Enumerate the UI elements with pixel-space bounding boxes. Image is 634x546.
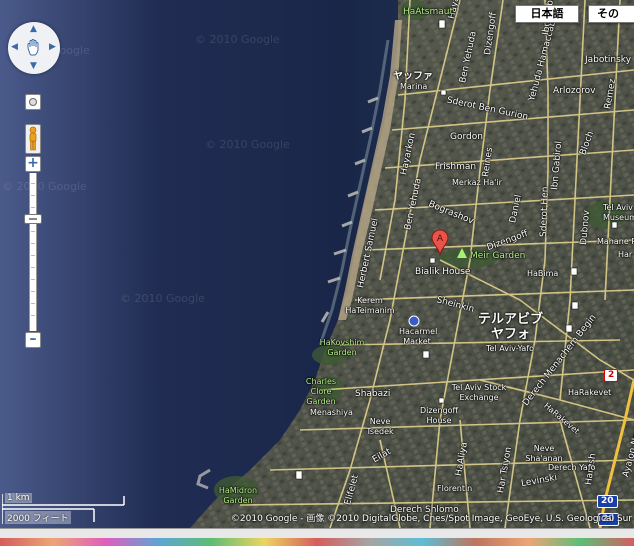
place-label: HaAtsmaut [403,7,454,17]
place-label: Merkaz Ha'ir [452,178,502,187]
zoom-in-button[interactable]: + [25,156,41,172]
satellite-map[interactable]: © 2010 Google © 2010 Google © 2010 Googl… [0,0,634,528]
place-label: Marina [400,82,428,91]
pan-down-icon[interactable]: ▼ [30,62,37,71]
street-view-pegman[interactable] [25,124,41,154]
place-label: Har [618,250,633,259]
bottom-strip [0,528,634,546]
reset-view-button[interactable] [25,94,41,110]
street-label: Sderot Hen [539,186,551,238]
zoom-out-button[interactable]: – [25,332,41,348]
park-label: HaMidron Garden [218,486,258,505]
city-label: テルアビブ ヤフォ [478,312,544,342]
route-shield: 20 [597,495,618,508]
place-label: Mahane Rabin [597,237,634,246]
place-label: Tel Aviv Stock Exchange [451,383,507,402]
place-label: Bialik House [415,267,471,277]
location-marker-a[interactable]: A [431,229,449,257]
scale-bar: 1 km 2000 フィート [2,492,126,526]
place-label: HaBima [527,269,559,278]
street-label: Gordon [450,132,483,142]
place-label: Menashiya [310,408,353,417]
street-label: Derech Yafo [548,463,596,472]
city-label-latin: Tel Aviv-Yafo [486,344,535,353]
district-label: ヤッファ [393,71,433,82]
scale-km: 1 km [5,493,32,503]
route-shield: 2 [604,369,619,382]
street-label: Jabotinsky [585,55,632,65]
place-label: Neve Tsedek [366,417,394,436]
pan-control[interactable]: ▲ ▼ ◀ ▶ [8,22,60,74]
pan-left-icon[interactable]: ◀ [11,43,18,52]
street-label: Frishman [435,162,477,172]
place-label: Florentin [437,484,473,493]
map-watermark: © 2010 Google [120,292,205,305]
pan-up-icon[interactable]: ▲ [30,25,37,34]
pegman-icon [29,126,37,151]
circle-icon [29,98,37,106]
pan-right-icon[interactable]: ▶ [49,43,56,52]
place-label: Kerem HaTeimanim [345,296,395,315]
hand-icon [27,39,39,56]
place-label: Dizengoff House [419,406,459,425]
marker-letter: A [437,234,444,244]
scale-feet: 2000 フィート [5,511,71,524]
map-type-button-japanese[interactable]: 日本語 [515,5,579,23]
place-label: Shabazi [355,389,391,399]
map-watermark: © 2010 Google [2,180,87,193]
map-watermark: © 2010 Google [195,33,280,46]
place-label: Hacarmel Market [399,327,438,346]
zoom-slider-thumb[interactable] [24,214,42,224]
park-label: HaKovshim Garden [319,338,365,357]
street-label: Arlozorov [553,86,596,96]
map-watermark: © 2010 Google [205,138,290,151]
map-type-button-other[interactable]: その [588,5,634,23]
place-label: Tel Aviv Museum [603,203,634,222]
copyright-text: ©2010 Google - 画像 ©2010 DigitalGlobe, Cn… [230,514,632,524]
park-label: Charles Clore Garden [305,377,337,406]
zoom-slider-track[interactable] [29,173,37,331]
place-label: Neve Sha'anan [525,444,563,463]
park-label: Meir Garden [470,251,526,261]
street-label: HaRakevet [568,388,612,397]
